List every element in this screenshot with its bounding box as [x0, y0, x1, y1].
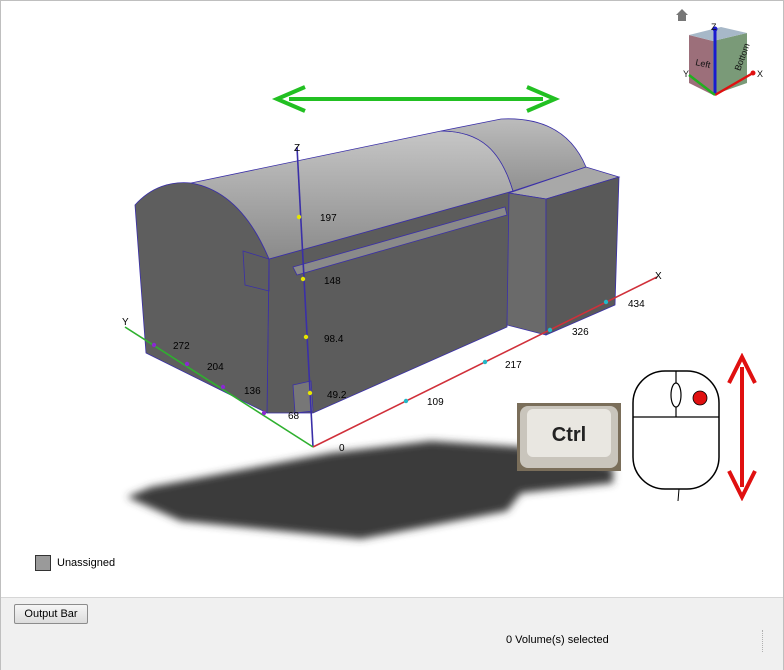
axis-z-tick-dot: [307, 390, 313, 396]
axis-y-tick-dot: [151, 342, 157, 348]
axis-z-tick-label: 98.4: [324, 334, 344, 345]
left-right-arrow-icon: [271, 85, 561, 113]
axis-y-tick-dot: [261, 410, 267, 416]
model-box-front: [506, 192, 547, 336]
axis-y-label: Y: [122, 317, 129, 328]
axis-z-tick-dot: [303, 334, 309, 340]
axis-z-tick-dot: [296, 214, 302, 220]
view-cube-x-label: X: [757, 69, 763, 79]
mouse-icon: [632, 370, 720, 502]
updown-arrow-icon: [727, 353, 757, 501]
axis-z-label: Z: [294, 143, 300, 154]
axis-y-tick-label: 136: [244, 386, 261, 397]
view-cube-z-label: Z: [711, 22, 717, 32]
bottom-panel: Output Bar 0 Volume(s) selected: [1, 597, 783, 670]
3d-viewport[interactable]: Z X Y 0 197 148 98.4 49.2 109 217 326 43…: [9, 5, 771, 595]
axis-x-tick-label: 109: [427, 397, 444, 408]
output-bar-button[interactable]: Output Bar: [14, 604, 88, 624]
axis-y-tick-label: 272: [173, 341, 190, 352]
axis-x-tick-dot: [403, 398, 409, 404]
axis-origin-label: 0: [339, 443, 345, 454]
axis-z-tick-label: 49.2: [327, 390, 347, 401]
axis-y-tick-dot: [220, 384, 226, 390]
status-text: 0 Volume(s) selected: [506, 634, 609, 646]
axis-z-tick-dot: [300, 276, 306, 282]
axis-z-tick-label: 148: [324, 276, 341, 287]
resize-grip-icon[interactable]: [762, 630, 775, 652]
home-icon[interactable]: [675, 8, 689, 22]
legend-label: Unassigned: [57, 557, 116, 569]
axis-x-tick-label: 326: [572, 327, 589, 338]
status-bar: 0 Volume(s) selected: [1, 628, 783, 654]
axis-z-tick-label: 197: [320, 213, 337, 224]
ctrl-key-icon: Ctrl: [517, 403, 621, 471]
legend-swatch: [35, 555, 51, 571]
view-cube-y-label: Y: [683, 69, 689, 79]
axis-y-tick-dot: [184, 361, 190, 367]
model-box-side: [545, 176, 620, 336]
axis-x-tick-dot: [547, 327, 553, 333]
axis-x-tick-dot: [482, 359, 488, 365]
ctrl-key-label: Ctrl: [552, 424, 586, 446]
axis-x-label: X: [655, 271, 662, 282]
axis-x-tick-dot: [603, 299, 609, 305]
axis-x-tick-label: 217: [505, 360, 522, 371]
axis-x-tick-label: 434: [628, 299, 645, 310]
axis-y-tick-label: 68: [288, 411, 300, 422]
legend: Unassigned: [35, 553, 115, 573]
application-frame: Z X Y 0 197 148 98.4 49.2 109 217 326 43…: [0, 0, 784, 670]
axis-y-tick-label: 204: [207, 362, 224, 373]
view-cube-icon[interactable]: Left Bottom Z X Y: [681, 21, 771, 103]
